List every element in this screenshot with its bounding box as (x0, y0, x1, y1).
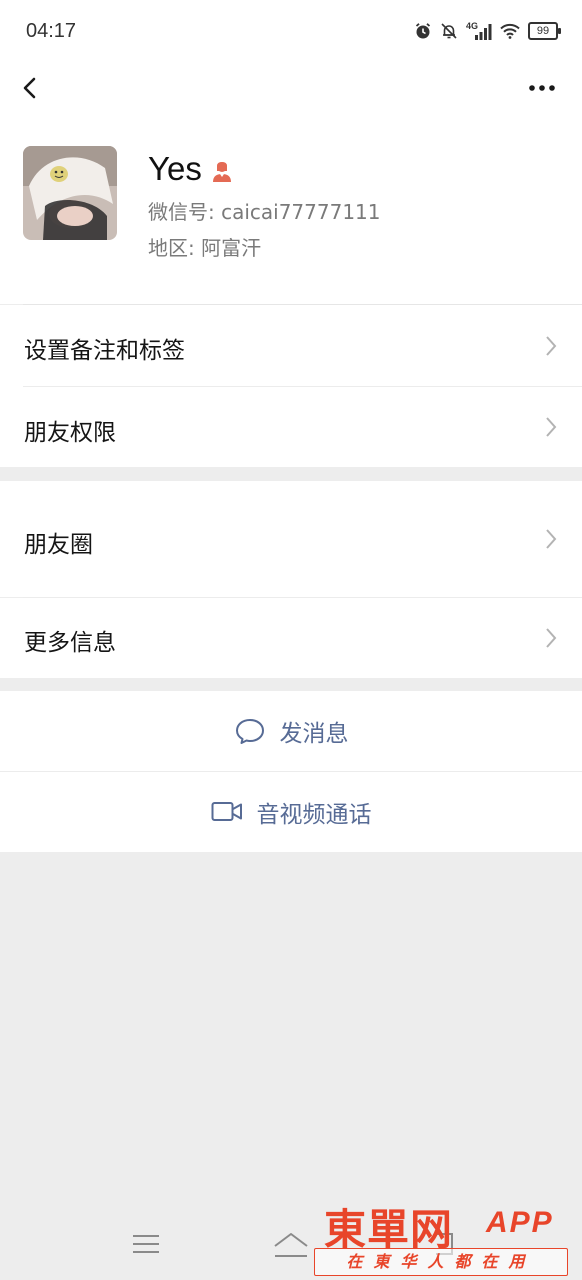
send-message-button[interactable]: 发消息 (0, 691, 582, 771)
status-bar: 04:17 4G 99 (0, 0, 582, 62)
video-call-button[interactable]: 音视频通话 (0, 772, 582, 852)
chevron-right-icon (546, 628, 557, 648)
back-chevron-icon[interactable] (14, 70, 50, 106)
remark-tags-label: 设置备注和标签 (24, 338, 185, 364)
moments-item[interactable]: 朋友圈 (0, 481, 582, 597)
battery-icon: 99 (528, 22, 561, 40)
friend-permissions-item[interactable]: 朋友权限 (0, 387, 582, 467)
video-call-label: 音视频通话 (256, 802, 372, 828)
more-dots-icon[interactable] (524, 76, 560, 100)
profile-name: Yes (148, 150, 202, 187)
remark-tags-item[interactable]: 设置备注和标签 (0, 305, 582, 387)
chevron-right-icon (546, 529, 557, 549)
avatar[interactable] (23, 146, 117, 240)
wifi-icon (500, 23, 520, 39)
avatar-image (23, 146, 117, 240)
more-info-label: 更多信息 (24, 630, 116, 656)
name-row: Yes (148, 150, 234, 188)
friend-permissions-label: 朋友权限 (24, 420, 116, 446)
status-time: 04:17 (26, 20, 77, 42)
send-message-label: 发消息 (279, 721, 349, 747)
home-icon[interactable] (272, 1230, 310, 1260)
chevron-right-icon (546, 336, 557, 356)
top-nav (0, 62, 582, 116)
battery-level: 99 (536, 25, 550, 37)
watermark-logo: 東單网 APP 在東华人都在用 (314, 1196, 574, 1276)
chat-bubble-icon (235, 719, 264, 744)
chevron-right-icon (546, 417, 557, 437)
watermark-app: APP (486, 1206, 554, 1239)
menu-icon[interactable] (130, 1232, 162, 1256)
mute-bell-icon (441, 23, 457, 39)
wechat-id: 微信号: caicai77777111 (148, 200, 381, 224)
female-person-icon (212, 162, 231, 182)
video-camera-icon (211, 802, 242, 821)
profile-header: Yes 微信号: caicai77777111 地区: 阿富汗 (0, 116, 582, 304)
watermark-tagline: 在東华人都在用 (314, 1248, 568, 1276)
more-info-item[interactable]: 更多信息 (0, 598, 582, 678)
moments-label: 朋友圈 (24, 532, 93, 558)
network-type: 4G (466, 21, 478, 31)
status-icons: 4G 99 (414, 18, 561, 44)
alarm-icon (415, 23, 431, 39)
signal-icon: 4G (466, 21, 492, 40)
region: 地区: 阿富汗 (148, 236, 262, 260)
